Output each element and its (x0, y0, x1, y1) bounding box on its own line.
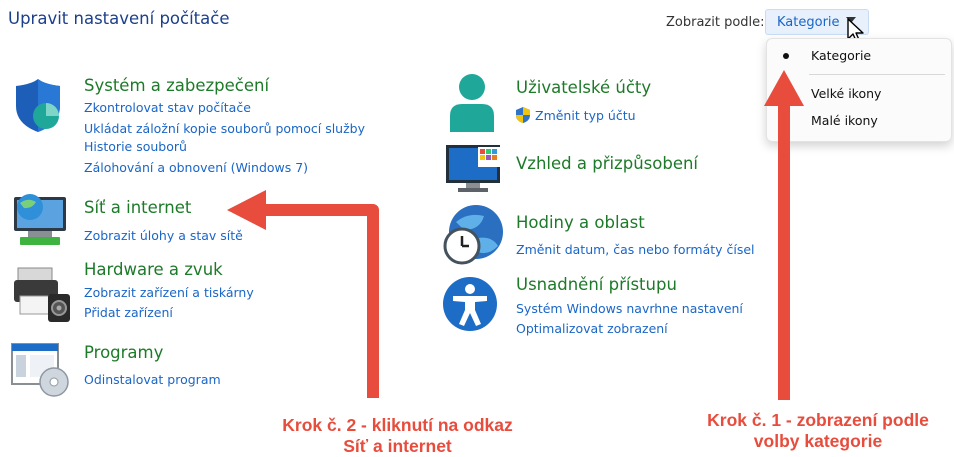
annotation-arrows (227, 70, 804, 400)
arrow-step1-head (764, 70, 804, 106)
step1-line1: Krok č. 1 - zobrazení podle (707, 410, 929, 430)
step2-annotation: Krok č. 2 - kliknutí na odkaz Síť a inte… (245, 415, 550, 457)
step2-line2: Síť a internet (343, 436, 452, 456)
arrow-step2-head (227, 190, 266, 230)
step1-line2: volby kategorie (753, 431, 883, 451)
arrow-step2-line (248, 204, 379, 398)
step2-line1: Krok č. 2 - kliknutí na odkaz (282, 415, 513, 435)
step1-annotation: Krok č. 1 - zobrazení podle volby katego… (682, 410, 954, 452)
